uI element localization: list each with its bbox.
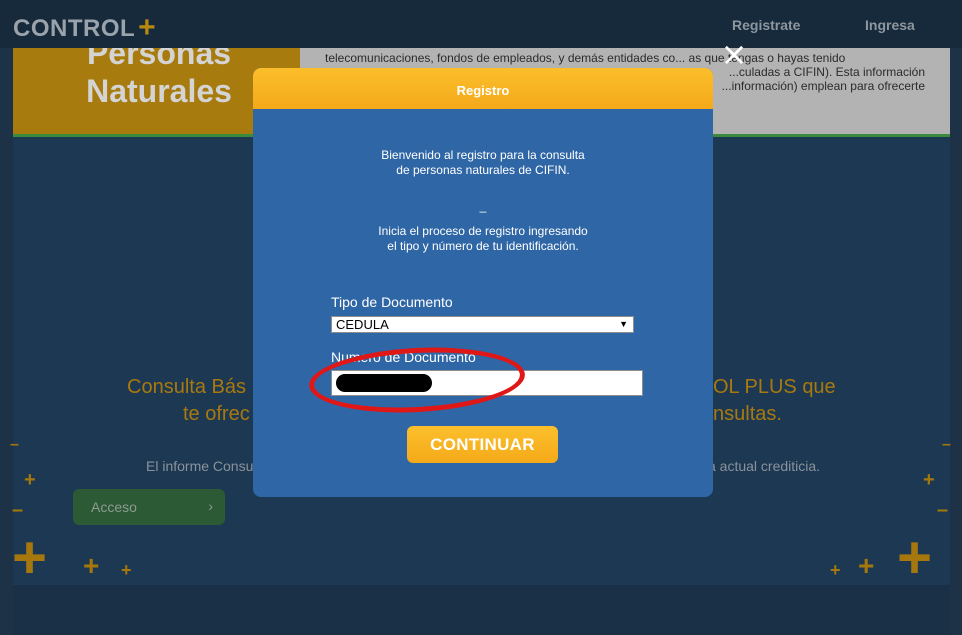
welcome-line1: Bienvenido al registro para la consulta <box>381 148 585 162</box>
dropdown-arrow-icon: ▼ <box>619 319 628 329</box>
modal-header: Registro <box>253 68 713 109</box>
tipo-documento-label: Tipo de Documento <box>331 294 453 310</box>
instruct-line1: Inicia el proceso de registro ingresando <box>378 224 588 238</box>
welcome-line2: de personas naturales de CIFIN. <box>396 163 570 177</box>
separator-dash: _ <box>479 199 487 213</box>
modal-title: Registro <box>456 83 510 98</box>
tipo-documento-value: CEDULA <box>336 317 389 332</box>
instruction-text: Inicia el proceso de registro ingresando… <box>253 224 713 254</box>
welcome-text: Bienvenido al registro para la consulta … <box>253 148 713 178</box>
tipo-documento-select[interactable]: CEDULA ▼ <box>331 316 634 333</box>
registro-modal: Registro Bienvenido al registro para la … <box>253 68 713 497</box>
instruct-line2: el tipo y número de tu identificación. <box>387 239 579 253</box>
continuar-button[interactable]: CONTINUAR <box>407 426 558 463</box>
close-icon[interactable]: × <box>720 38 748 70</box>
